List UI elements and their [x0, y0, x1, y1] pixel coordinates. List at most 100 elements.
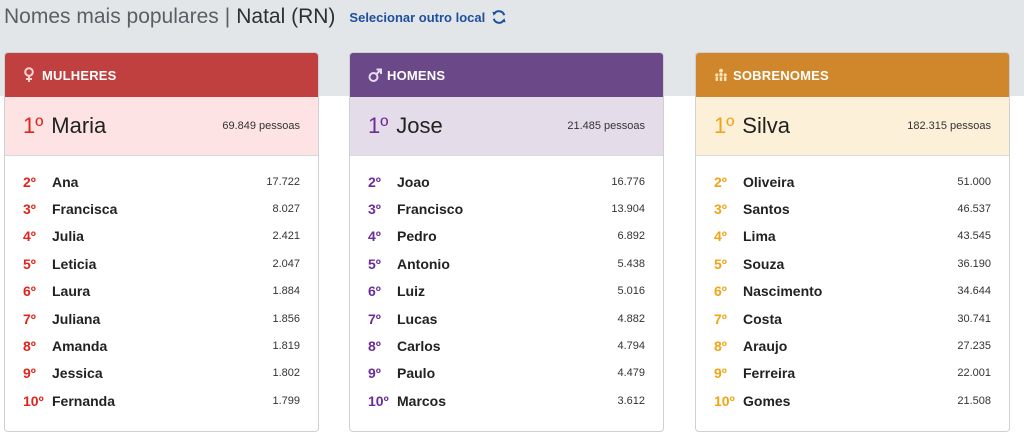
count: 2.047	[272, 257, 300, 270]
surnames-top-entry: 1º Silva 182.315 pessoas	[696, 97, 1009, 156]
list-item: 2º Joao 16.776	[350, 168, 663, 195]
list-item: 3º Francisca 8.027	[5, 195, 318, 222]
men-top-entry: 1º Jose 21.485 pessoas	[350, 97, 663, 156]
family-icon	[714, 67, 728, 83]
name: Ferreira	[743, 365, 796, 382]
rank: 4º	[368, 228, 381, 245]
count: 3.612	[617, 394, 645, 407]
list-item: 10º Marcos 3.612	[350, 387, 663, 414]
women-top-entry: 1º Maria 69.849 pessoas	[5, 97, 318, 156]
name: Nascimento	[743, 283, 823, 300]
count: 6.892	[617, 230, 645, 243]
list-item: 8º Amanda 1.819	[5, 332, 318, 359]
name: Francisco	[397, 201, 464, 218]
list-item: 8º Carlos 4.794	[350, 332, 663, 359]
rank: 9º	[23, 365, 36, 382]
count: 51.000	[957, 175, 991, 188]
list-item: 4º Pedro 6.892	[350, 223, 663, 250]
rank: 4º	[23, 228, 36, 245]
men-list: 2º Joao 16.776 3º Francisco 13.904 4º Pedro 6.…	[350, 156, 663, 415]
top-rank: 1º	[368, 113, 389, 138]
surnames-card-header: SOBRENOMES	[696, 53, 1009, 97]
name: Fernanda	[52, 392, 116, 409]
rank: 6º	[23, 283, 36, 300]
rank: 7º	[368, 310, 381, 327]
surnames-card-title: SOBRENOMES	[733, 67, 829, 83]
name: Marcos	[397, 392, 447, 409]
count: 16.776	[611, 175, 645, 188]
list-item: 2º Oliveira 51.000	[696, 168, 1009, 195]
count: 8.027	[272, 203, 300, 216]
list-item: 7º Lucas 4.882	[350, 305, 663, 332]
rank: 6º	[714, 283, 727, 300]
count: 21.508	[957, 394, 991, 407]
list-item: 3º Santos 46.537	[696, 195, 1009, 222]
count: 46.537	[957, 203, 991, 216]
count: 4.882	[617, 312, 645, 325]
rank: 3º	[714, 201, 727, 218]
name: Carlos	[397, 338, 441, 355]
rank: 3º	[368, 201, 381, 218]
count: 1.884	[272, 285, 300, 298]
rank: 5º	[23, 255, 36, 272]
list-item: 5º Souza 36.190	[696, 250, 1009, 277]
title-separator: |	[224, 5, 231, 28]
count: 13.904	[611, 203, 645, 216]
name: Gomes	[743, 392, 791, 409]
male-icon	[368, 67, 382, 83]
name: Joao	[397, 173, 430, 190]
list-item: 9º Jessica 1.802	[5, 360, 318, 387]
count: 4.479	[617, 367, 645, 380]
count: 17.722	[266, 175, 300, 188]
count: 1.856	[272, 312, 300, 325]
rank: 6º	[368, 283, 381, 300]
name: Jessica	[52, 365, 103, 382]
list-item: 6º Nascimento 34.644	[696, 278, 1009, 305]
top-count: 21.485 pessoas	[567, 120, 645, 132]
count: 2.421	[272, 230, 300, 243]
count: 27.235	[957, 340, 991, 353]
name: Oliveira	[743, 173, 795, 190]
name: Pedro	[397, 228, 437, 245]
men-names-card: HOMENS 1º Jose 21.485 pessoas 2º Joao 16.7…	[349, 52, 664, 432]
name: Luiz	[397, 283, 425, 300]
name: Francisca	[52, 201, 118, 218]
women-card-title: MULHERES	[42, 67, 117, 83]
rank: 8º	[23, 338, 36, 355]
refresh-icon[interactable]	[491, 9, 507, 25]
name: Leticia	[52, 255, 97, 272]
page-header: Nomes mais populares | Natal (RN) Seleci…	[4, 2, 507, 32]
surnames-card: SOBRENOMES 1º Silva 182.315 pessoas 2º Ol…	[695, 52, 1010, 432]
name: Ana	[52, 173, 79, 190]
name: Araujo	[743, 338, 788, 355]
count: 34.644	[957, 285, 991, 298]
list-item: 2º Ana 17.722	[5, 168, 318, 195]
list-item: 8º Araujo 27.235	[696, 332, 1009, 359]
list-item: 3º Francisco 13.904	[350, 195, 663, 222]
women-list: 2º Ana 17.722 3º Francisca 8.027 4º Julia 2.42…	[5, 156, 318, 415]
name: Santos	[743, 201, 790, 218]
top-count: 182.315 pessoas	[907, 120, 991, 132]
name: Laura	[52, 283, 91, 300]
rank: 9º	[368, 365, 381, 382]
page-title: Nomes mais populares	[4, 5, 219, 28]
name: Lima	[743, 228, 776, 245]
men-card-title: HOMENS	[387, 67, 446, 83]
women-names-card: MULHERES 1º Maria 69.849 pessoas 2º Ana 17…	[4, 52, 319, 432]
list-item: 7º Costa 30.741	[696, 305, 1009, 332]
name: Amanda	[52, 338, 108, 355]
name: Paulo	[397, 365, 436, 382]
top-rank: 1º	[23, 113, 44, 138]
list-item: 6º Luiz 5.016	[350, 278, 663, 305]
women-card-header: MULHERES	[5, 53, 318, 97]
list-item: 4º Julia 2.421	[5, 223, 318, 250]
top-name: Maria	[51, 113, 107, 138]
count: 1.802	[272, 367, 300, 380]
list-item: 4º Lima 43.545	[696, 223, 1009, 250]
rank: 3º	[23, 201, 36, 218]
rank: 10º	[368, 392, 389, 409]
rank: 2º	[714, 173, 727, 190]
name: Juliana	[52, 310, 101, 327]
list-item: 10º Gomes 21.508	[696, 387, 1009, 414]
change-location-link[interactable]: Selecionar outro local	[349, 10, 485, 25]
